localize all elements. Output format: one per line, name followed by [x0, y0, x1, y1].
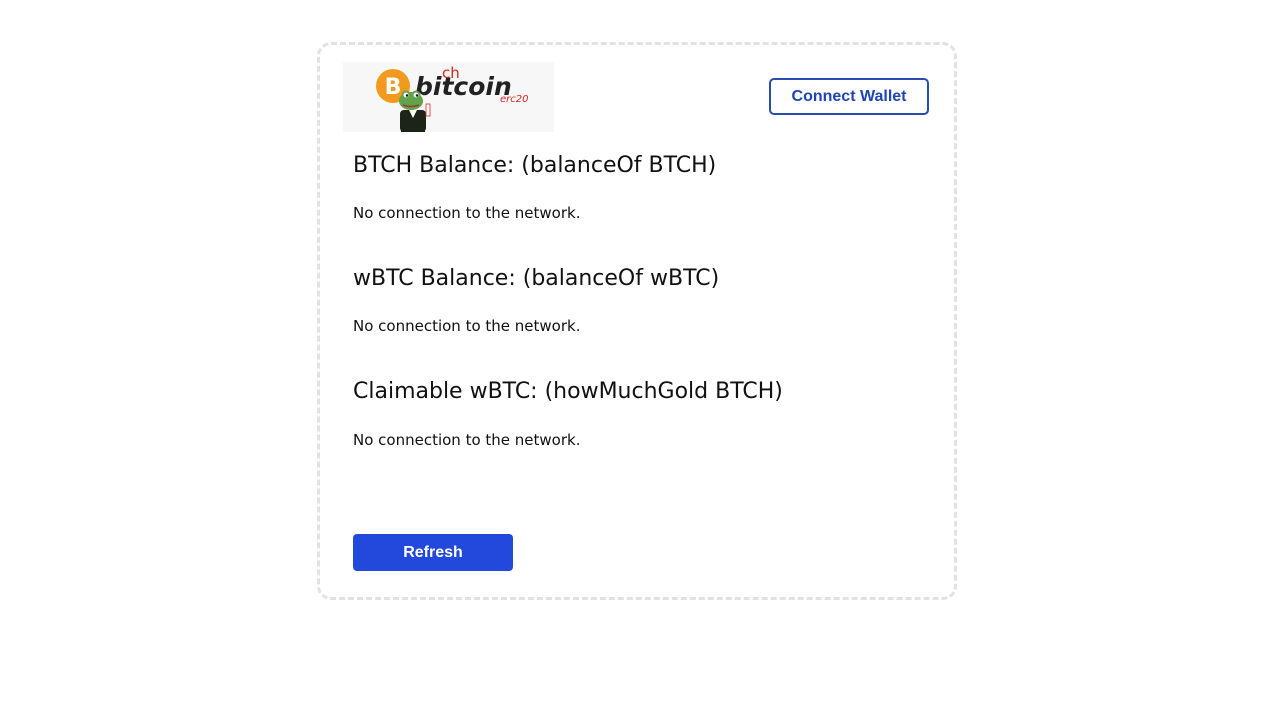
logo-wordmark: bitcoin — [415, 72, 512, 101]
coin-symbol: B — [385, 75, 402, 100]
logo-graphic: B bitcoin ch erc20 — [376, 64, 529, 132]
btch-balance-title: BTCH Balance: (balanceOf BTCH) — [353, 153, 717, 178]
logo-suffix: erc20 — [500, 94, 529, 105]
claimable-wbtc-status: No connection to the network. — [353, 431, 581, 449]
bitcoin-ch-logo: B bitcoin ch erc20 — [343, 62, 554, 132]
logo-superscript: ch — [442, 64, 460, 82]
wbtc-balance-title: wBTC Balance: (balanceOf wBTC) — [353, 266, 720, 291]
btch-balance-status: No connection to the network. — [353, 204, 581, 222]
connect-wallet-button[interactable]: Connect Wallet — [769, 78, 929, 115]
refresh-button[interactable]: Refresh — [353, 534, 513, 571]
claimable-wbtc-title: Claimable wBTC: (howMuchGold BTCH) — [353, 379, 783, 404]
main-card: B bitcoin ch erc20 Connect Wallet BTCH B… — [317, 42, 957, 600]
wbtc-balance-status: No connection to the network. — [353, 317, 581, 335]
